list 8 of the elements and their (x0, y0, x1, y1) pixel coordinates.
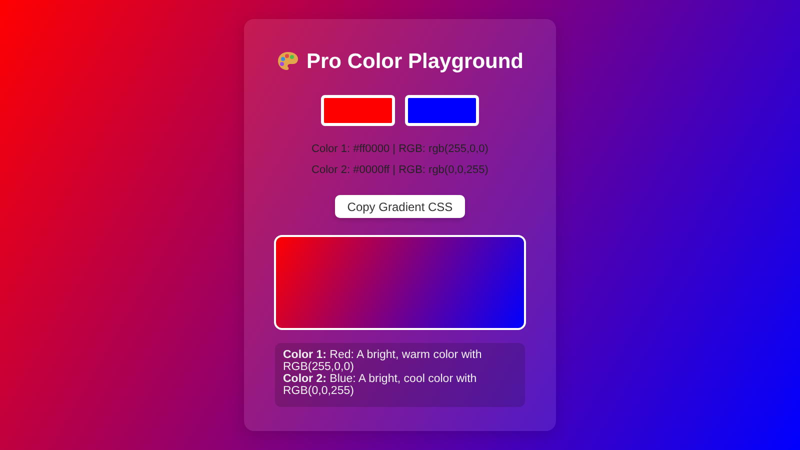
color-description: Color 2: Blue: A bright, cool color with RGB(0,0,255) (283, 373, 478, 397)
app-title: Pro Color Playground (306, 50, 524, 74)
color-swatch[interactable] (321, 95, 395, 126)
color-info: Color 2: #0000ff | RGB: rgb(0,0,255) (312, 163, 488, 177)
color-description: Color 1: Red: A bright, warm color with RGB(255,0,0) (283, 349, 483, 373)
color-info: Color 1: #ff0000 | RGB: rgb(255,0,0) (312, 142, 488, 156)
copy-gradient-button[interactable]: Copy Gradient CSS (335, 195, 465, 218)
color-swatch[interactable] (405, 95, 479, 126)
